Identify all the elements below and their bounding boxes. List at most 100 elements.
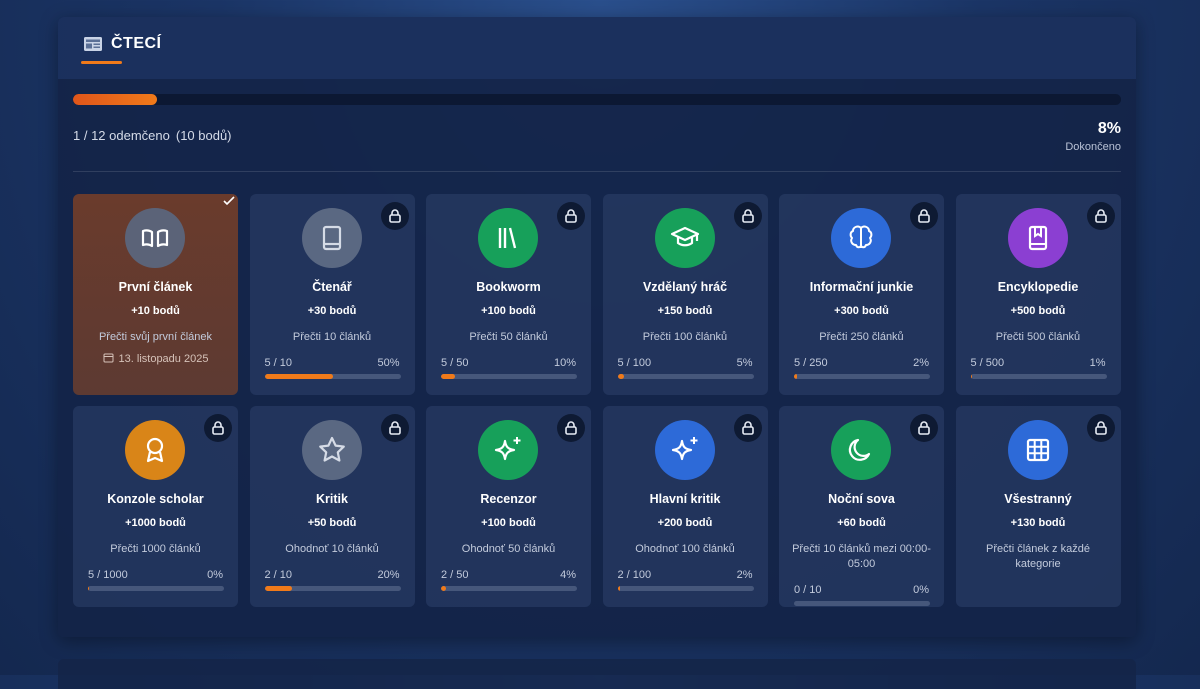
section-title: ČTECÍ (111, 35, 162, 52)
achievement-progress-fill (617, 374, 625, 379)
achievement-progress-bar (794, 601, 930, 606)
progress-percent: 20% (377, 569, 400, 581)
achievement-description: Ohodnoť 10 článků (285, 543, 379, 555)
achievement-progress-label: 5 / 100 5% (618, 357, 753, 369)
achievement-progress-label: 5 / 50 10% (441, 357, 576, 369)
achievement-progress-fill (441, 586, 447, 591)
achievement-progress-label: 2 / 100 2% (618, 569, 753, 581)
achievement-points: +130 bodů (1010, 517, 1066, 529)
progress-count: 5 / 10 (264, 357, 293, 369)
achievement-card[interactable]: Konzole scholar +1000 bodů Přečti 1000 člá… (73, 406, 238, 607)
progress-count: 2 / 50 (441, 569, 469, 581)
overall-progress-fill (73, 94, 157, 105)
achievement-points: +150 bodů (657, 305, 713, 317)
award-icon (125, 420, 185, 480)
achievement-description: Přečti článek z každé kategorie (986, 543, 1090, 570)
achievement-points: +100 bodů (481, 517, 536, 529)
lock-icon (380, 414, 409, 442)
panel-header: ČTECÍ (58, 17, 1136, 79)
achievement-progress-bar (617, 586, 754, 591)
achievement-progress-fill (970, 374, 972, 379)
achievement-card[interactable]: Encyklopedie +500 bodů Přečti 500 článků 5 … (955, 194, 1121, 395)
lock-icon (380, 202, 409, 230)
lock-icon (733, 202, 762, 230)
achievement-card[interactable]: Informační junkie +300 bodů Přečti 250 člá… (779, 194, 944, 395)
achievement-title: Vzdělaný hráč (642, 280, 728, 294)
completion-percent: 8% (1097, 120, 1121, 137)
progress-percent: 1% (1089, 357, 1106, 369)
achievement-progress-bar (441, 586, 577, 591)
achievement-progress-bar (88, 586, 224, 591)
completion-label: Dokončeno (1065, 141, 1121, 153)
achievement-progress-label: 5 / 250 2% (794, 357, 929, 369)
achievement-progress-bar (794, 374, 930, 379)
achievement-points: +10 bodů (131, 305, 180, 317)
progress-count: 5 / 500 (970, 357, 1005, 369)
achievement-card[interactable]: Noční sova +60 bodů Přečti 10 článků mezi … (779, 406, 944, 607)
achievement-progress-bar (970, 374, 1107, 379)
achievement-progress-bar (441, 374, 577, 379)
next-section-panel (58, 659, 1136, 689)
achievement-description: Přečti 50 článků (469, 331, 548, 343)
achievement-progress-fill (88, 586, 89, 591)
progress-percent: 2% (736, 569, 753, 581)
unlocked-count: 1 / 12 odemčeno (73, 128, 170, 143)
achievement-progress-bar (617, 374, 754, 379)
achievement-title: Čtenář (312, 280, 352, 294)
achievement-card[interactable]: Recenzor +100 bodů Ohodnoť 50 článků 2 / 50… (426, 406, 591, 607)
achievement-card[interactable]: Čtenář +30 bodů Přečti 10 článků 5 / 10 50% (249, 194, 415, 395)
achievement-description: Přečti 10 článků (292, 331, 372, 343)
lock-icon (910, 202, 938, 230)
achievement-title: Kritik (316, 492, 348, 506)
achievement-progress-fill (617, 586, 621, 591)
achievement-card[interactable]: Kritik +50 bodů Ohodnoť 10 článků 2 / 10 20% (249, 406, 415, 607)
achievement-points: +500 bodů (1010, 305, 1066, 317)
progress-count: 5 / 1000 (88, 569, 128, 581)
achievement-title: Všestranný (1004, 492, 1072, 506)
achievement-title: První článek (118, 280, 193, 294)
calendar-icon (103, 352, 114, 366)
achievement-card[interactable]: Bookworm +100 bodů Přečti 50 článků 5 / 50 1… (426, 194, 591, 395)
progress-percent: 0% (913, 584, 929, 596)
achievement-points: +100 bodů (481, 305, 536, 317)
achievement-progress-label: 5 / 1000 0% (88, 569, 223, 581)
book-open-icon (125, 208, 185, 268)
achievement-points: +300 bodů (834, 305, 889, 317)
overall-progress-bar (73, 94, 1121, 105)
completion-block: 8% Dokončeno (1065, 120, 1121, 153)
star-icon (301, 420, 362, 480)
achievement-progress-fill (441, 374, 455, 379)
sparkles-icon (478, 420, 538, 480)
graduation-cap-icon (654, 208, 715, 268)
achievement-progress-fill (264, 586, 292, 591)
achievement-description: Přečti 250 článků (819, 331, 904, 343)
grid-icon (1007, 420, 1068, 480)
library-icon (478, 208, 538, 268)
achievement-points: +30 bodů (307, 305, 357, 317)
lock-icon (204, 414, 232, 442)
reading-achievements-panel: ČTECÍ 1 / 12 odemčeno (10 bodů) 8% Dokonč… (58, 17, 1136, 637)
lock-icon (557, 202, 585, 230)
progress-percent: 0% (207, 569, 223, 581)
achievement-points: +1000 bodů (125, 517, 186, 529)
achievement-points: +60 bodů (837, 517, 886, 529)
achievement-card[interactable]: Vzdělaný hráč +150 bodů Přečti 100 článků 5… (602, 194, 768, 395)
achievement-progress-bar (264, 374, 401, 379)
section-tab[interactable]: ČTECÍ (83, 35, 162, 53)
achievement-description: Přečti 100 článků (642, 331, 728, 343)
achievement-progress-fill (264, 374, 333, 379)
brain-icon (831, 208, 891, 268)
active-tab-underline (81, 61, 122, 64)
achievement-card[interactable]: Všestranný +130 bodů Přečti článek z každé… (955, 406, 1121, 607)
achievement-card[interactable]: První článek +10 bodů Přečti svůj první čl… (73, 194, 238, 395)
achievement-card[interactable]: Hlavní kritik +200 bodů Ohodnoť 100 článků… (602, 406, 768, 607)
achievement-title: Encyklopedie (997, 280, 1079, 294)
lock-icon (1086, 202, 1115, 230)
achievement-description: Přečti 10 článků mezi 00:00-05:00 (792, 543, 931, 570)
lock-icon (733, 414, 762, 442)
achievement-description: Přečti 500 článků (995, 331, 1081, 343)
achievement-description: Ohodnoť 100 článků (635, 543, 735, 555)
achievement-title: Recenzor (480, 492, 537, 506)
moon-icon (831, 420, 891, 480)
unlock-date-text: 13. listopadu 2025 (118, 353, 209, 365)
